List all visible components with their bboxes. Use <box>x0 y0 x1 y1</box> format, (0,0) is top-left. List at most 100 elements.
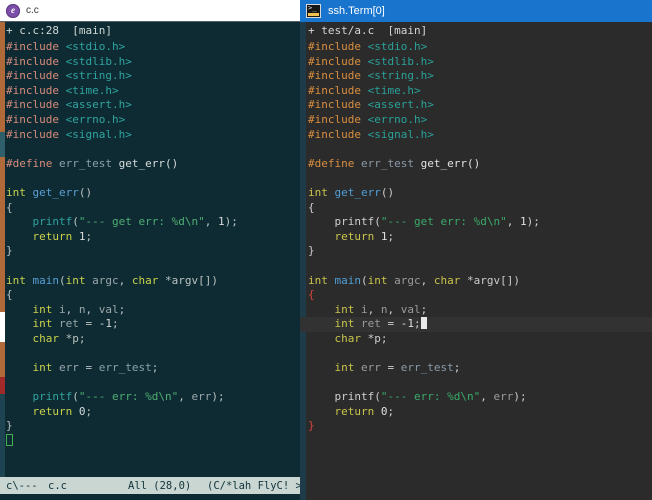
code-line: return 1; <box>308 230 652 245</box>
code-token: return <box>308 404 381 418</box>
code-token: get_err() <box>118 156 179 170</box>
code-token: } <box>308 244 315 258</box>
code-line: #include <assert.h> <box>6 98 238 113</box>
buffer-header-right: + test/a.c [main] <box>308 24 428 37</box>
code-token: char <box>131 273 165 287</box>
code-token: <stdio.h> <box>65 40 126 53</box>
code-line: #include <stdio.h> <box>308 40 652 55</box>
code-token: main <box>32 273 60 287</box>
gutter-left <box>0 22 5 477</box>
code-token: { <box>308 288 315 302</box>
code-token: val <box>98 302 119 316</box>
code-line: char *p; <box>6 332 238 347</box>
code-token: 1 <box>519 215 527 229</box>
code-token: int <box>6 361 59 375</box>
code-line: } <box>6 419 238 434</box>
code-token: int <box>6 185 33 199</box>
code-token: <string.h> <box>65 69 132 83</box>
editor-window-left[interactable]: e c.c + c.c:28 [main] #include <stdio.h>… <box>0 0 300 500</box>
code-line: #define err_test get_err() <box>308 157 652 172</box>
code-token: () <box>380 185 395 199</box>
code-pane-left[interactable]: + c.c:28 [main] #include <stdio.h> #inclu… <box>0 22 300 477</box>
code-token: int <box>308 361 361 375</box>
terminal-icon: >_ <box>306 4 321 18</box>
code-token: #include <box>308 40 368 53</box>
titlebar-left[interactable]: e c.c <box>0 0 300 22</box>
code-token: *p; <box>65 331 86 345</box>
code-token: = <box>387 317 401 331</box>
code-line: int err = err_test; <box>308 361 652 376</box>
gutter-marker <box>0 342 5 377</box>
code-line: int ret = -1; <box>300 317 652 332</box>
code-token: err_test <box>98 361 152 375</box>
code-pane-right[interactable]: + test/a.c [main] #include <stdio.h> #inc… <box>300 22 652 500</box>
code-token: , <box>387 302 401 316</box>
code-line: int main(int argc, char *argv[]) <box>6 274 238 289</box>
code-line: int err = err_test; <box>6 361 238 376</box>
code-token: { <box>308 200 315 214</box>
code-line: printf("--- err: %d\n", err); <box>308 390 652 405</box>
code-line: #include <errno.h> <box>6 113 238 128</box>
code-token: return <box>6 229 79 243</box>
gutter-marker <box>0 157 5 312</box>
code-token: , <box>204 215 218 229</box>
code-token: get_err <box>32 185 79 199</box>
code-token: "--- err: %d\n" <box>380 390 481 404</box>
gutter-marker <box>0 394 5 477</box>
code-token: ; <box>413 317 421 331</box>
code-token: ; <box>85 404 93 418</box>
code-line: printf("--- err: %d\n", err); <box>6 390 238 405</box>
code-line: return 0; <box>6 405 238 420</box>
code-line: } <box>308 244 652 259</box>
code-token: int <box>6 273 33 287</box>
code-line: #include <assert.h> <box>308 98 652 113</box>
code-token: char <box>308 331 368 345</box>
gutter-marker <box>0 377 5 394</box>
code-token: err_test <box>360 156 421 170</box>
code-token: return <box>6 404 79 418</box>
code-token: <stdlib.h> <box>65 54 132 68</box>
terminal-window-right[interactable]: >_ ssh.Term[0] + test/a.c [main] #includ… <box>300 0 652 500</box>
code-token: <assert.h> <box>65 98 132 112</box>
code-token: #define <box>6 156 59 170</box>
titlebar-right[interactable]: >_ ssh.Term[0] <box>300 0 652 22</box>
code-token: ret <box>58 317 86 331</box>
code-token: err <box>191 390 212 404</box>
code-text-right[interactable]: #include <stdio.h> #include <stdlib.h> #in… <box>300 40 652 434</box>
code-token: ; <box>387 404 395 418</box>
code-token: char <box>6 331 66 345</box>
code-token: <stdlib.h> <box>367 54 434 68</box>
code-token: , <box>420 273 434 287</box>
code-token: err <box>360 361 388 375</box>
code-token: #include <box>6 127 66 141</box>
code-token: #include <box>6 98 66 112</box>
gutter-marker <box>0 312 5 342</box>
code-token: ( <box>72 215 79 229</box>
code-text-left[interactable]: #include <stdio.h> #include <stdlib.h> #in… <box>6 40 238 449</box>
code-token: "--- get err: %d\n" <box>78 215 205 229</box>
code-token: ; <box>111 317 119 331</box>
code-line: #include <stdlib.h> <box>6 55 238 70</box>
text-cursor <box>6 434 13 447</box>
code-token: err_test <box>58 156 119 170</box>
code-token: { <box>6 200 13 214</box>
code-token: *argv[]) <box>165 273 218 287</box>
gutter-marker <box>0 22 5 132</box>
code-token: <stdio.h> <box>367 40 428 53</box>
code-line: int main(int argc, char *argv[]) <box>308 274 652 289</box>
gutter-marker <box>0 132 5 157</box>
code-line: #include <stdio.h> <box>6 40 238 55</box>
code-token: <time.h> <box>367 83 421 97</box>
code-token: main <box>334 273 362 287</box>
code-token: ; <box>420 302 428 316</box>
code-line: { <box>6 288 238 303</box>
text-cursor <box>420 317 427 330</box>
code-token: #include <box>6 40 66 53</box>
code-line: #include <string.h> <box>6 69 238 84</box>
status-bar-left[interactable]: c\--- c.c All (28,0) (C/*lah FlyC! >>> <box>0 477 300 494</box>
code-line: #include <time.h> <box>6 84 238 99</box>
code-token: #include <box>308 54 368 68</box>
